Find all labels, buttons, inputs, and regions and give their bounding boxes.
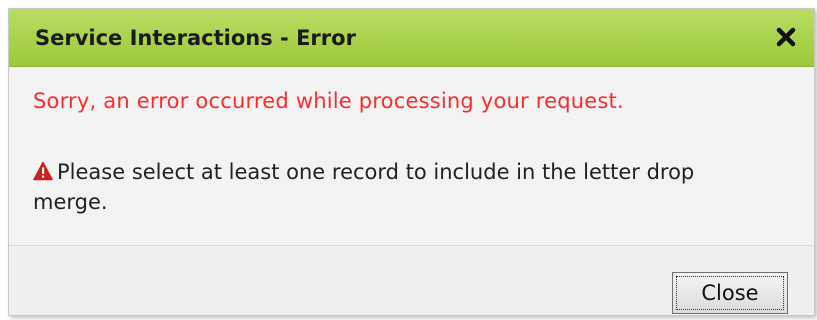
dialog-titlebar: Service Interactions - Error [9,9,814,67]
error-headline: Sorry, an error occurred while processin… [33,89,624,113]
warning-triangle-icon [33,159,53,181]
close-button[interactable]: Close [672,272,788,314]
dialog-footer: Close [9,246,814,315]
dialog-title: Service Interactions - Error [35,26,356,50]
error-dialog: Service Interactions - Error Sorry, an e… [8,8,815,316]
dialog-content: Sorry, an error occurred while processin… [9,67,814,245]
error-message: Please select at least one record to inc… [33,157,773,217]
error-message-text: Please select at least one record to inc… [33,160,695,214]
close-x-icon[interactable] [772,23,800,51]
